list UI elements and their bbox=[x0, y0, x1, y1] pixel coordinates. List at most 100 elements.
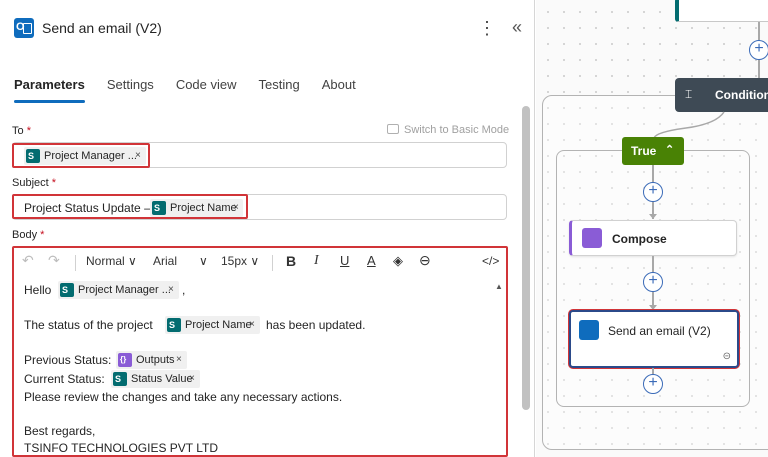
to-token[interactable]: Project Manager ... × bbox=[24, 147, 146, 165]
subject-token-label: Project Name bbox=[170, 202, 237, 214]
switch-basic-mode-label: Switch to Basic Mode bbox=[404, 124, 510, 136]
body-token-label: Status Value bbox=[131, 373, 193, 385]
redo-icon[interactable]: ↷ bbox=[48, 252, 60, 269]
subject-label: Subject * bbox=[12, 177, 56, 189]
panel-scrollbar[interactable] bbox=[522, 106, 530, 410]
to-label-text: To bbox=[12, 125, 24, 137]
outlook-icon bbox=[14, 18, 34, 38]
subject-token[interactable]: Project Name × bbox=[150, 199, 243, 217]
body-label-text: Body bbox=[12, 229, 38, 241]
paragraph-style-value: Normal bbox=[86, 254, 125, 268]
font-size-value: 15px bbox=[221, 254, 248, 268]
body-line-status-suffix: has been updated. bbox=[266, 318, 366, 332]
add-step-button[interactable]: + bbox=[749, 40, 768, 60]
editor-scroll-up-icon[interactable]: ▲ bbox=[495, 282, 503, 291]
editor-toolbar: ↶ ↷ Normal ∨ Arial ∨ 15px ∨ B I U A ◈ ⊖ <… bbox=[14, 249, 506, 277]
switch-basic-mode-link[interactable]: Switch to Basic Mode bbox=[387, 124, 509, 136]
compose-title: Compose bbox=[612, 232, 667, 246]
compose-icon bbox=[118, 353, 132, 367]
tab-settings[interactable]: Settings bbox=[107, 76, 154, 103]
remove-token-icon[interactable]: × bbox=[168, 281, 174, 299]
add-step-button[interactable]: + bbox=[643, 182, 663, 202]
body-token-label: Project Name bbox=[185, 319, 252, 331]
body-label: Body * bbox=[12, 229, 44, 241]
subject-required-mark: * bbox=[51, 177, 57, 189]
font-value: Arial bbox=[153, 254, 178, 268]
flow-canvas: + ⌶ Condition True ⌃ + Compose + Send an… bbox=[536, 0, 768, 457]
subject-prefix-text: Project Status Update – bbox=[24, 201, 151, 215]
chevron-down-icon: ∨ bbox=[199, 254, 208, 268]
remove-token-icon[interactable]: × bbox=[233, 199, 239, 217]
chevron-down-icon: ∨ bbox=[128, 254, 137, 268]
tab-parameters[interactable]: Parameters bbox=[14, 76, 85, 103]
sharepoint-icon bbox=[167, 318, 181, 332]
remove-token-icon[interactable]: × bbox=[135, 147, 141, 165]
true-branch-label[interactable]: True ⌃ bbox=[622, 137, 684, 165]
branch-connector bbox=[653, 111, 725, 139]
panel-title: Send an email (V2) bbox=[42, 20, 162, 36]
code-view-icon[interactable]: </> bbox=[482, 254, 499, 268]
body-line-current-status: Current Status: bbox=[24, 372, 105, 386]
condition-header[interactable]: ⌶ Condition bbox=[675, 78, 768, 112]
remove-token-icon[interactable]: × bbox=[249, 316, 255, 334]
toolbar-divider bbox=[272, 255, 273, 271]
body-token-status-value[interactable]: Status Value × bbox=[111, 370, 200, 388]
compose-card[interactable]: Compose bbox=[569, 220, 737, 256]
sharepoint-icon bbox=[60, 283, 74, 297]
to-label: To * bbox=[12, 125, 31, 137]
sharepoint-icon bbox=[26, 149, 40, 163]
body-token-label: Outputs bbox=[136, 354, 175, 366]
add-step-button[interactable]: + bbox=[643, 272, 663, 292]
link-icon: ⊝ bbox=[722, 351, 731, 362]
highlight-color-icon[interactable]: ◈ bbox=[393, 253, 403, 269]
toolbar-divider bbox=[75, 255, 76, 271]
true-label: True bbox=[631, 144, 657, 158]
body-line-regards: Best regards, bbox=[24, 424, 96, 438]
sharepoint-icon bbox=[152, 201, 166, 215]
action-panel: Send an email (V2) ⋮ « Parameters Settin… bbox=[0, 0, 535, 457]
panel-header: Send an email (V2) ⋮ « bbox=[0, 0, 535, 56]
add-step-button[interactable]: + bbox=[643, 374, 663, 394]
tab-bar: Parameters Settings Code view Testing Ab… bbox=[14, 76, 378, 104]
tab-testing[interactable]: Testing bbox=[259, 76, 300, 103]
link-icon[interactable]: ⊖ bbox=[419, 252, 431, 269]
chevron-down-icon: ∨ bbox=[250, 254, 260, 268]
italic-button[interactable]: I bbox=[314, 253, 319, 269]
undo-icon[interactable]: ↶ bbox=[22, 252, 34, 269]
tab-about[interactable]: About bbox=[322, 76, 356, 103]
body-token-outputs[interactable]: Outputs × bbox=[116, 351, 187, 369]
font-select[interactable]: Arial ∨ bbox=[153, 254, 208, 268]
to-token-label: Project Manager ... bbox=[44, 150, 137, 162]
chevron-up-icon: ⌃ bbox=[665, 144, 675, 156]
to-required-mark: * bbox=[26, 125, 31, 137]
remove-token-icon[interactable]: × bbox=[189, 370, 195, 388]
body-line-company: TSINFO TECHNOLOGIES PVT LTD bbox=[24, 441, 219, 455]
condition-label: Condition bbox=[715, 88, 768, 102]
body-token-project-manager[interactable]: Project Manager ... × bbox=[58, 281, 179, 299]
previous-action-card[interactable] bbox=[675, 0, 768, 22]
font-color-icon[interactable]: A bbox=[367, 253, 376, 268]
body-token-label: Project Manager ... bbox=[78, 284, 171, 296]
body-line-review: Please review the changes and take any n… bbox=[24, 390, 343, 404]
body-line-hello: Hello bbox=[24, 283, 52, 297]
bold-button[interactable]: B bbox=[286, 253, 296, 269]
switch-mode-icon bbox=[387, 124, 399, 134]
collapse-panel-icon[interactable]: « bbox=[507, 15, 527, 39]
body-line-hello-comma: , bbox=[182, 283, 186, 297]
body-token-project-name[interactable]: Project Name × bbox=[165, 316, 260, 334]
send-email-card[interactable]: Send an email (V2) ⊝ bbox=[569, 310, 739, 368]
more-options-icon[interactable]: ⋮ bbox=[478, 17, 496, 39]
body-line-previous-status: Previous Status: bbox=[24, 353, 112, 367]
outlook-icon bbox=[579, 320, 599, 340]
body-line-status-prefix: The status of the project bbox=[24, 318, 153, 332]
compose-icon bbox=[582, 228, 602, 248]
body-required-mark: * bbox=[40, 229, 45, 241]
tab-code-view[interactable]: Code view bbox=[176, 76, 237, 103]
condition-icon: ⌶ bbox=[685, 87, 693, 101]
font-size-select[interactable]: 15px ∨ bbox=[221, 254, 259, 268]
send-email-title: Send an email (V2) bbox=[608, 324, 711, 338]
paragraph-style-select[interactable]: Normal ∨ bbox=[86, 254, 137, 268]
arrow-down-icon bbox=[649, 214, 657, 219]
remove-token-icon[interactable]: × bbox=[176, 351, 182, 369]
underline-button[interactable]: U bbox=[340, 253, 349, 268]
